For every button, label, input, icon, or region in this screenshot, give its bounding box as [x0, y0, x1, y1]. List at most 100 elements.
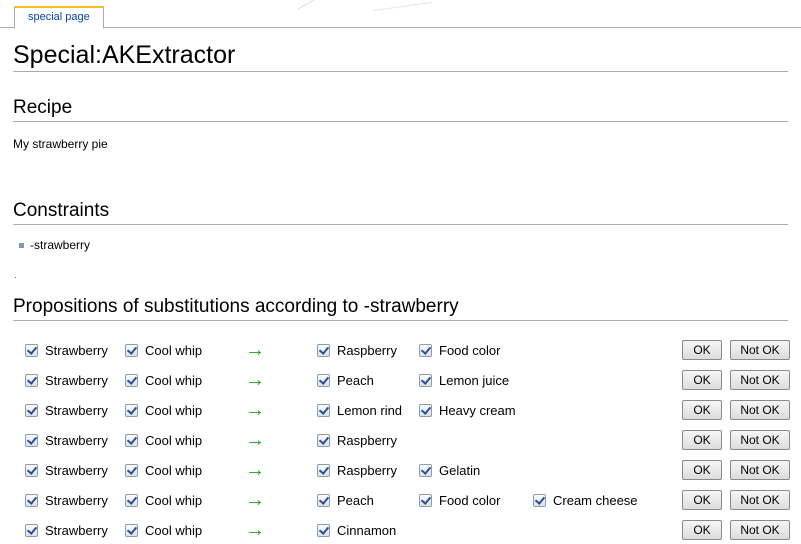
- not-ok-button[interactable]: Not OK: [730, 340, 790, 360]
- to-ingredient-option[interactable]: Lemon rind: [317, 398, 402, 422]
- ok-button[interactable]: OK: [682, 430, 722, 450]
- table-row: Strawberry Cool whip → Raspberry OK Not OK: [0, 428, 801, 452]
- not-ok-button[interactable]: Not OK: [730, 490, 790, 510]
- to-ingredient-option[interactable]: Gelatin: [419, 458, 480, 482]
- checkbox-checked-icon[interactable]: [419, 463, 432, 477]
- checkbox-checked-icon[interactable]: [533, 493, 546, 507]
- ok-button[interactable]: OK: [682, 490, 722, 510]
- table-row: Strawberry Cool whip → Peach Lemon juice OK No…: [0, 368, 801, 392]
- from-ingredient-option[interactable]: Cool whip: [125, 368, 202, 392]
- ok-button[interactable]: OK: [682, 520, 722, 540]
- to-ingredient-label: Lemon rind: [337, 402, 403, 418]
- checkbox-checked-icon[interactable]: [125, 433, 138, 447]
- from-ingredient-label: Cool whip: [145, 432, 203, 448]
- ok-button[interactable]: OK: [682, 400, 722, 420]
- to-ingredient-label: Cream cheese: [553, 492, 638, 508]
- not-ok-button[interactable]: Not OK: [730, 520, 790, 540]
- checkbox-checked-icon[interactable]: [419, 373, 432, 387]
- to-ingredient-label: Raspberry: [337, 342, 397, 358]
- checkbox-checked-icon[interactable]: [317, 373, 330, 387]
- to-ingredient-label: Raspberry: [337, 432, 397, 448]
- ok-button[interactable]: OK: [682, 340, 722, 360]
- checkbox-checked-icon[interactable]: [125, 373, 138, 387]
- checkbox-checked-icon[interactable]: [125, 463, 138, 477]
- checkbox-checked-icon[interactable]: [125, 523, 138, 537]
- to-ingredient-option[interactable]: Raspberry: [317, 338, 397, 362]
- to-ingredient-option[interactable]: Heavy cream: [419, 398, 516, 422]
- table-row: Strawberry Cool whip → Raspberry Food color O…: [0, 338, 801, 362]
- to-ingredient-option[interactable]: Peach: [317, 368, 374, 392]
- to-ingredient-label: Cinnamon: [337, 522, 397, 538]
- from-ingredient-option[interactable]: Strawberry: [25, 398, 108, 422]
- from-ingredient-option[interactable]: Cool whip: [125, 398, 202, 422]
- checkbox-checked-icon[interactable]: [317, 493, 330, 507]
- from-ingredient-option[interactable]: Strawberry: [25, 518, 108, 542]
- arrow-right-icon: →: [245, 459, 265, 481]
- checkbox-checked-icon[interactable]: [25, 493, 38, 507]
- to-ingredient-option[interactable]: Food color: [419, 488, 500, 512]
- arrow-right-icon: →: [245, 399, 265, 421]
- from-ingredient-option[interactable]: Cool whip: [125, 338, 202, 362]
- propositions-heading: Propositions of substitutions according …: [13, 296, 788, 321]
- to-ingredient-label: Gelatin: [439, 462, 481, 478]
- tab-special-page[interactable]: special page: [14, 6, 104, 29]
- from-ingredient-label: Cool whip: [145, 372, 203, 388]
- checkbox-checked-icon[interactable]: [317, 433, 330, 447]
- from-ingredient-label: Cool whip: [145, 462, 203, 478]
- to-ingredient-option[interactable]: Lemon juice: [419, 368, 509, 392]
- from-ingredient-option[interactable]: Strawberry: [25, 368, 108, 392]
- to-ingredient-label: Food color: [439, 342, 501, 358]
- from-ingredient-option[interactable]: Strawberry: [25, 488, 108, 512]
- checkbox-checked-icon[interactable]: [125, 343, 138, 357]
- ok-button[interactable]: OK: [682, 460, 722, 480]
- from-ingredient-option[interactable]: Strawberry: [25, 458, 108, 482]
- tab-bar: special page: [0, 0, 801, 29]
- checkbox-checked-icon[interactable]: [125, 493, 138, 507]
- to-ingredient-label: Raspberry: [337, 462, 397, 478]
- from-ingredient-option[interactable]: Cool whip: [125, 518, 202, 542]
- not-ok-button[interactable]: Not OK: [730, 370, 790, 390]
- from-ingredient-option[interactable]: Cool whip: [125, 488, 202, 512]
- not-ok-button[interactable]: Not OK: [730, 460, 790, 480]
- to-ingredient-option[interactable]: Raspberry: [317, 428, 397, 452]
- from-ingredient-label: Strawberry: [45, 522, 108, 538]
- from-ingredient-option[interactable]: Strawberry: [25, 428, 108, 452]
- arrow-right-icon: →: [245, 489, 265, 511]
- from-ingredient-option[interactable]: Cool whip: [125, 458, 202, 482]
- to-ingredient-label: Food color: [439, 492, 501, 508]
- arrow-right-icon: →: [245, 429, 265, 451]
- checkbox-checked-icon[interactable]: [419, 343, 432, 357]
- checkbox-checked-icon[interactable]: [25, 373, 38, 387]
- from-ingredient-label: Cool whip: [145, 402, 203, 418]
- constraint-item: -strawberry: [30, 238, 91, 252]
- checkbox-checked-icon[interactable]: [25, 433, 38, 447]
- bullet-icon: [19, 243, 24, 248]
- checkbox-checked-icon[interactable]: [125, 403, 138, 417]
- checkbox-checked-icon[interactable]: [317, 463, 330, 477]
- from-ingredient-label: Strawberry: [45, 492, 108, 508]
- from-ingredient-label: Cool whip: [145, 342, 203, 358]
- checkbox-checked-icon[interactable]: [25, 523, 38, 537]
- checkbox-checked-icon[interactable]: [419, 493, 432, 507]
- checkbox-checked-icon[interactable]: [25, 403, 38, 417]
- checkbox-checked-icon[interactable]: [25, 463, 38, 477]
- from-ingredient-option[interactable]: Cool whip: [125, 428, 202, 452]
- from-ingredient-label: Strawberry: [45, 432, 108, 448]
- checkbox-checked-icon[interactable]: [25, 343, 38, 357]
- trailing-mark: .: [14, 270, 17, 281]
- ok-button[interactable]: OK: [682, 370, 722, 390]
- checkbox-checked-icon[interactable]: [317, 523, 330, 537]
- to-ingredient-option[interactable]: Food color: [419, 338, 500, 362]
- to-ingredient-option[interactable]: Raspberry: [317, 458, 397, 482]
- checkbox-checked-icon[interactable]: [317, 343, 330, 357]
- not-ok-button[interactable]: Not OK: [730, 430, 790, 450]
- to-ingredient-option[interactable]: Cinnamon: [317, 518, 396, 542]
- from-ingredient-option[interactable]: Strawberry: [25, 338, 108, 362]
- to-ingredient-option[interactable]: Peach: [317, 488, 374, 512]
- from-ingredient-label: Cool whip: [145, 522, 203, 538]
- to-ingredient-option[interactable]: Cream cheese: [533, 488, 638, 512]
- checkbox-checked-icon[interactable]: [419, 403, 432, 417]
- recipe-heading: Recipe: [13, 97, 788, 122]
- checkbox-checked-icon[interactable]: [317, 403, 330, 417]
- not-ok-button[interactable]: Not OK: [730, 400, 790, 420]
